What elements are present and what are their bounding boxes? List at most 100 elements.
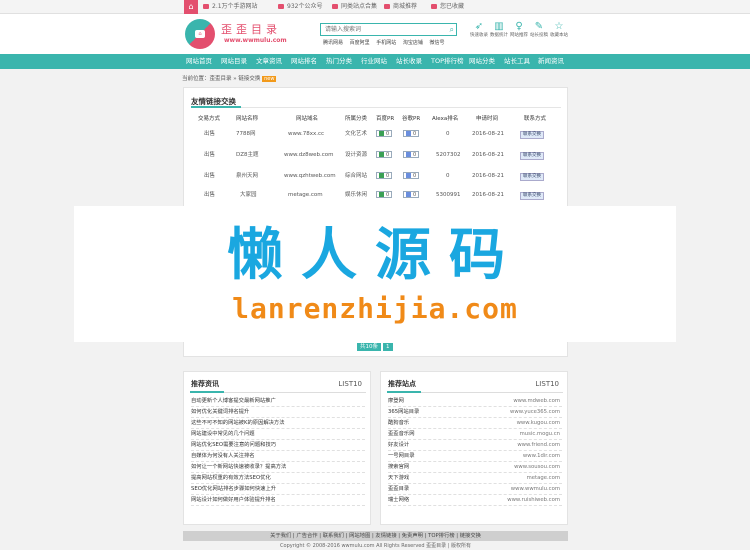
divider <box>191 106 561 108</box>
wechat-icon <box>278 4 284 9</box>
list-item[interactable]: 摩登网 www.mdweb.com <box>388 396 562 407</box>
list-item[interactable]: 网站建设中常见的几个问题 <box>191 429 365 440</box>
nav-item[interactable]: 网站分类 <box>469 54 495 69</box>
pr-icon <box>406 192 411 197</box>
star-icon: ☆ <box>554 21 564 32</box>
footer: 关于我们 | 广告合作 | 联系我们 | 网站地图 | 友情链接 | 免责声明 … <box>0 531 750 550</box>
pr-icon <box>406 152 411 157</box>
contact-button[interactable]: 联系交换 <box>520 173 544 181</box>
nav-item[interactable]: 文章资讯 <box>256 54 282 69</box>
breadcrumb: 当前位置：歪歪目录 » 链接交换 new <box>182 76 277 82</box>
list-item[interactable]: 歪歪音乐网 music.mogu.cn <box>388 429 562 440</box>
contact-button[interactable]: 联系交换 <box>520 192 544 200</box>
divider <box>190 391 366 393</box>
nav-item[interactable]: 网站目录 <box>221 54 247 69</box>
table-row: 出售 DZ8主题 www.dz8web.com 设计资源 0 0 5207302… <box>184 149 569 161</box>
watermark-url: lanrenzhijia.com <box>232 292 518 325</box>
nav-item[interactable]: 网站排名 <box>291 54 317 69</box>
list-item[interactable]: SEO优化网站排名步骤如何快速上升 <box>191 484 365 495</box>
pr-icon <box>406 173 411 178</box>
table-row: 出售 大家园 metage.com 娱乐休闲 0 0 5300991 2016-… <box>184 189 569 201</box>
list-item[interactable]: 搜索官网 www.sousou.com <box>388 462 562 473</box>
search-icon[interactable]: ⌕ <box>450 25 454 35</box>
list-item[interactable]: 自媒体为何没有人关注排名 <box>191 451 365 462</box>
home-icon[interactable]: ⌂ <box>184 0 198 14</box>
rocket-icon: ➶ <box>474 21 484 32</box>
watermark-title: 懒人源码 <box>227 223 523 288</box>
list-item[interactable]: 自动更新个人博客提交最新网站推广 <box>191 396 365 407</box>
pr-icon <box>379 131 384 136</box>
hotword-link[interactable]: 淘宝店铺 <box>403 40 423 46</box>
list-item[interactable]: 如何让一个新网站快速被收录？提高方法 <box>191 462 365 473</box>
main-nav: 网站首页 网站目录 文章资讯 网站排名 热门分类 行业网站 站长收录 TOP排行… <box>0 54 750 69</box>
google-pr-badge: 0 <box>403 130 420 137</box>
hotword-link[interactable]: 腾讯网易 <box>323 40 343 46</box>
topbar-link[interactable]: 932个公众号 <box>278 0 322 14</box>
list-item[interactable]: 酷狗音乐 www.kugou.com <box>388 418 562 429</box>
shortcut-contribute[interactable]: ✎ 站长投稿 <box>530 21 548 39</box>
nav-item[interactable]: 站长收录 <box>396 54 422 69</box>
hotword-link[interactable]: 手机网站 <box>376 40 396 46</box>
copyright: Copyright © 2008-2016 wwmulu.com All Rig… <box>280 543 471 549</box>
baidu-pr-badge: 0 <box>376 151 393 158</box>
contact-button[interactable]: 联系交换 <box>520 152 544 160</box>
hotword-link[interactable]: 微信号 <box>429 40 444 46</box>
search-input[interactable] <box>321 24 441 35</box>
nav-item[interactable]: 新闻资讯 <box>538 54 564 69</box>
topbar-link[interactable]: 商城推荐 <box>384 0 417 14</box>
sites-title: 推荐站点 <box>388 380 416 388</box>
pr-icon <box>406 131 411 136</box>
nav-item[interactable]: 网站首页 <box>186 54 212 69</box>
heart-icon <box>431 4 437 9</box>
list-item[interactable]: 提高网站权重的有效方法SEO优化 <box>191 473 365 484</box>
pager-total: 共10条 <box>357 343 381 351</box>
list-item[interactable]: 歪歪目录 www.wwmulu.com <box>388 484 562 495</box>
topbar-link[interactable]: 同类站点合集 <box>332 0 377 14</box>
nav-item[interactable]: 热门分类 <box>326 54 352 69</box>
shortcut-favorite[interactable]: ☆ 收藏本站 <box>550 21 568 39</box>
chart-icon: ▥ <box>494 21 504 32</box>
logo-icon[interactable]: ⌂ <box>185 19 215 49</box>
table-header: 交易方式 网站名称 网站域名 所属分类 百度PR 谷歌PR Alexa排名 申请… <box>198 116 547 122</box>
pr-icon <box>379 192 384 197</box>
logo-title[interactable]: 歪歪目录 <box>221 21 281 37</box>
list-item[interactable]: 瑞士网络 www.ruishiweb.com <box>388 495 562 506</box>
news-title: 推荐资讯 <box>191 380 219 388</box>
logo-url: www.wwmulu.com <box>224 37 287 44</box>
list-item[interactable]: 如何优化关键词排名提升 <box>191 407 365 418</box>
topbar-link[interactable]: 您已收藏 <box>431 0 464 14</box>
doc-icon <box>203 4 209 9</box>
watermark-banner: 懒人源码 lanrenzhijia.com <box>74 206 676 342</box>
pr-icon <box>379 173 384 178</box>
table-row: 出售 7788网 www.78xx.cc 文化艺术 0 0 0 2016-08-… <box>184 128 569 140</box>
list-item[interactable]: 网站设计如何做好用户体验提升排名 <box>191 495 365 506</box>
footer-links[interactable]: 关于我们 | 广告合作 | 联系我们 | 网站地图 | 友情链接 | 免责声明 … <box>183 531 568 541</box>
shortcut-stats[interactable]: ▥ 数据统计 <box>490 21 508 39</box>
list-item[interactable]: 365网站目录 www.yuce365.com <box>388 407 562 418</box>
pencil-icon: ✎ <box>534 21 544 32</box>
nav-item[interactable]: 站长工具 <box>504 54 530 69</box>
shortcut-recommend[interactable]: ♀ 网站推荐 <box>510 21 528 39</box>
contact-button[interactable]: 联系交换 <box>520 131 544 139</box>
baidu-pr-badge: 0 <box>376 130 393 137</box>
google-pr-badge: 0 <box>403 172 420 179</box>
nav-item[interactable]: 行业网站 <box>361 54 387 69</box>
news-box: 推荐资讯 LIST10 自动更新个人博客提交最新网站推广 如何优化关键词排名提升… <box>183 371 371 525</box>
shortcut-submit[interactable]: ➶ 快速收录 <box>470 21 488 39</box>
list-label: LIST10 <box>535 380 559 388</box>
list-item[interactable]: 这些不可不知的网站被K的原因解决方法 <box>191 418 365 429</box>
bulb-icon: ♀ <box>515 21 523 32</box>
list-item[interactable]: 好友设计 www.friend.com <box>388 440 562 451</box>
table-row: 出售 泉州天网 www.qzhtweb.com 综合网站 0 0 0 2016-… <box>184 170 569 182</box>
list-item[interactable]: 天下游戏 metage.com <box>388 473 562 484</box>
new-badge: new <box>262 76 277 82</box>
list-item[interactable]: 网站优化SEO需要注意的问题和技巧 <box>191 440 365 451</box>
top-bar: ⌂ 2.1万个手游网站 932个公众号 同类站点合集 商城推荐 您已收藏 <box>0 0 750 14</box>
nav-item[interactable]: TOP排行榜 <box>431 54 464 69</box>
topbar-link[interactable]: 2.1万个手游网站 <box>203 0 258 14</box>
hotword-link[interactable]: 百度阿里 <box>350 40 370 46</box>
list-label: LIST10 <box>338 380 362 388</box>
google-pr-badge: 0 <box>403 191 420 198</box>
list-item[interactable]: 一号网目录 www.1dir.com <box>388 451 562 462</box>
pager-page[interactable]: 1 <box>383 343 393 351</box>
